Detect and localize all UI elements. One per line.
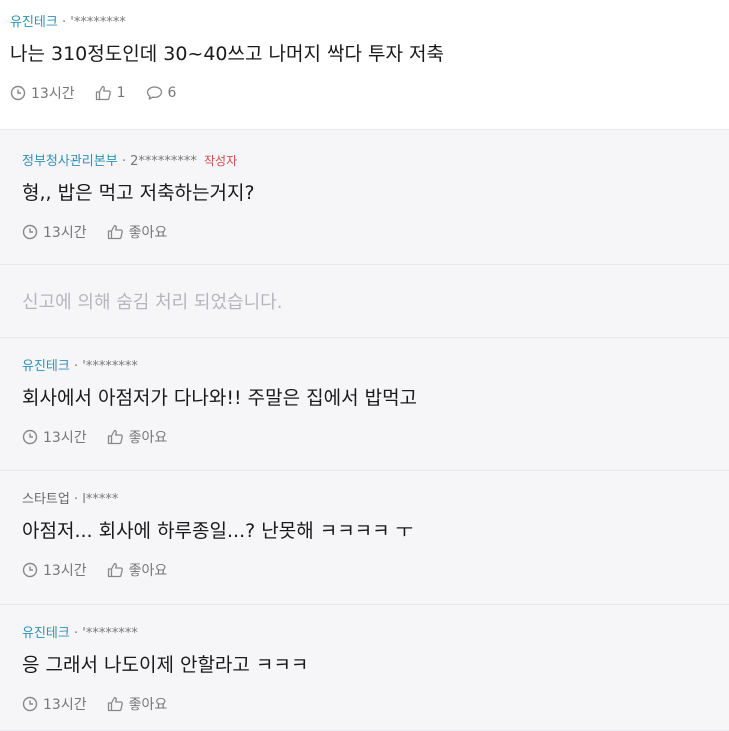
like-button[interactable]: 좋아요 (107, 560, 168, 580)
company-link[interactable]: 유진테크 (10, 15, 58, 30)
timestamp: 13시간 (22, 222, 87, 242)
like-button[interactable]: 1 (95, 85, 126, 101)
like-label: 좋아요 (128, 225, 168, 241)
timestamp: 13시간 (22, 427, 87, 447)
thumbs-up-icon (107, 696, 123, 712)
thumbs-up-icon (107, 224, 123, 240)
username: l***** (82, 492, 119, 507)
timestamp: 13시간 (22, 694, 87, 714)
separator: · (121, 154, 131, 169)
reply-item: 스타트업 · l***** 아점저... 회사에 하루종일...? 난못해 ㅋㅋ… (0, 471, 729, 605)
time-text: 13시간 (43, 430, 87, 446)
like-button[interactable]: 좋아요 (107, 222, 168, 242)
like-label: 좋아요 (128, 697, 168, 713)
reply-item: 유진테크 · '******** 회사에서 아점저가 다나와!! 주말은 집에서… (0, 338, 729, 471)
like-label: 좋아요 (128, 430, 168, 446)
time-text: 13시간 (43, 697, 87, 713)
clock-icon (10, 85, 26, 101)
time-text: 13시간 (43, 225, 87, 241)
reply-item: 정부청사관리본부 · 2********* 작성자 형,, 밥은 먹고 저축하는… (0, 130, 729, 265)
comment-content: 아점저... 회사에 하루종일...? 난못해 ㅋㅋㅋㅋ ㅜ (22, 520, 414, 542)
comment-button[interactable]: 6 (146, 85, 177, 101)
hidden-notice: 신고에 의해 숨김 처리 되었습니다. (22, 292, 283, 313)
comment-content: 나는 310정도인데 30~40쓰고 나머지 싹다 투자 저축 (10, 43, 444, 65)
comment-content: 응 그래서 나도이제 안할라고 ㅋㅋㅋ (22, 654, 309, 676)
like-count: 1 (116, 85, 126, 101)
timestamp: 13시간 (10, 83, 75, 103)
main-comment: 유진테크 · '******** 나는 310정도인데 30~40쓰고 나머지 … (0, 0, 729, 130)
company-link[interactable]: 스타트업 (22, 492, 70, 507)
company-link[interactable]: 유진테크 (22, 359, 70, 374)
separator: · (73, 626, 83, 641)
username: '******** (82, 359, 138, 374)
timestamp: 13시간 (22, 560, 87, 580)
separator: · (61, 15, 71, 30)
author-badge: 작성자 (204, 154, 238, 168)
username: '******** (82, 626, 138, 641)
comment-actions: 13시간 1 6 (10, 83, 719, 103)
comment-meta: 유진테크 · '******** (10, 14, 719, 32)
comment-meta: 유진테크 · '******** (22, 625, 707, 643)
comment-icon (146, 86, 162, 100)
time-text: 13시간 (31, 86, 75, 102)
thumbs-up-icon (107, 429, 123, 445)
comment-thread: 유진테크 · '******** 나는 310정도인데 30~40쓰고 나머지 … (0, 0, 729, 731)
like-label: 좋아요 (128, 563, 168, 579)
clock-icon (22, 696, 38, 712)
comment-meta: 스타트업 · l***** (22, 491, 707, 509)
company-link[interactable]: 정부청사관리본부 (22, 154, 118, 169)
hidden-reply: 신고에 의해 숨김 처리 되었습니다. (0, 265, 729, 338)
comment-content: 회사에서 아점저가 다나와!! 주말은 집에서 밥먹고 (22, 387, 418, 409)
time-text: 13시간 (43, 563, 87, 579)
clock-icon (22, 562, 38, 578)
company-link[interactable]: 유진테크 (22, 626, 70, 641)
clock-icon (22, 429, 38, 445)
like-button[interactable]: 좋아요 (107, 694, 168, 714)
thumbs-up-icon (95, 85, 111, 101)
comment-meta: 정부청사관리본부 · 2********* 작성자 (22, 152, 707, 171)
comment-content: 형,, 밥은 먹고 저축하는거지? (22, 182, 255, 204)
thumbs-up-icon (107, 562, 123, 578)
comment-actions: 13시간 좋아요 (22, 222, 707, 242)
separator: · (73, 492, 83, 507)
comment-meta: 유진테크 · '******** (22, 358, 707, 376)
separator: · (73, 359, 83, 374)
reply-item: 유진테크 · '******** 응 그래서 나도이제 안할라고 ㅋㅋㅋ 13시… (0, 605, 729, 731)
clock-icon (22, 224, 38, 240)
comment-actions: 13시간 좋아요 (22, 427, 707, 447)
comment-count: 6 (167, 85, 177, 101)
like-button[interactable]: 좋아요 (107, 427, 168, 447)
comment-actions: 13시간 좋아요 (22, 694, 707, 714)
username: 2********* (130, 154, 197, 169)
username: '******** (70, 15, 126, 30)
comment-actions: 13시간 좋아요 (22, 560, 707, 580)
